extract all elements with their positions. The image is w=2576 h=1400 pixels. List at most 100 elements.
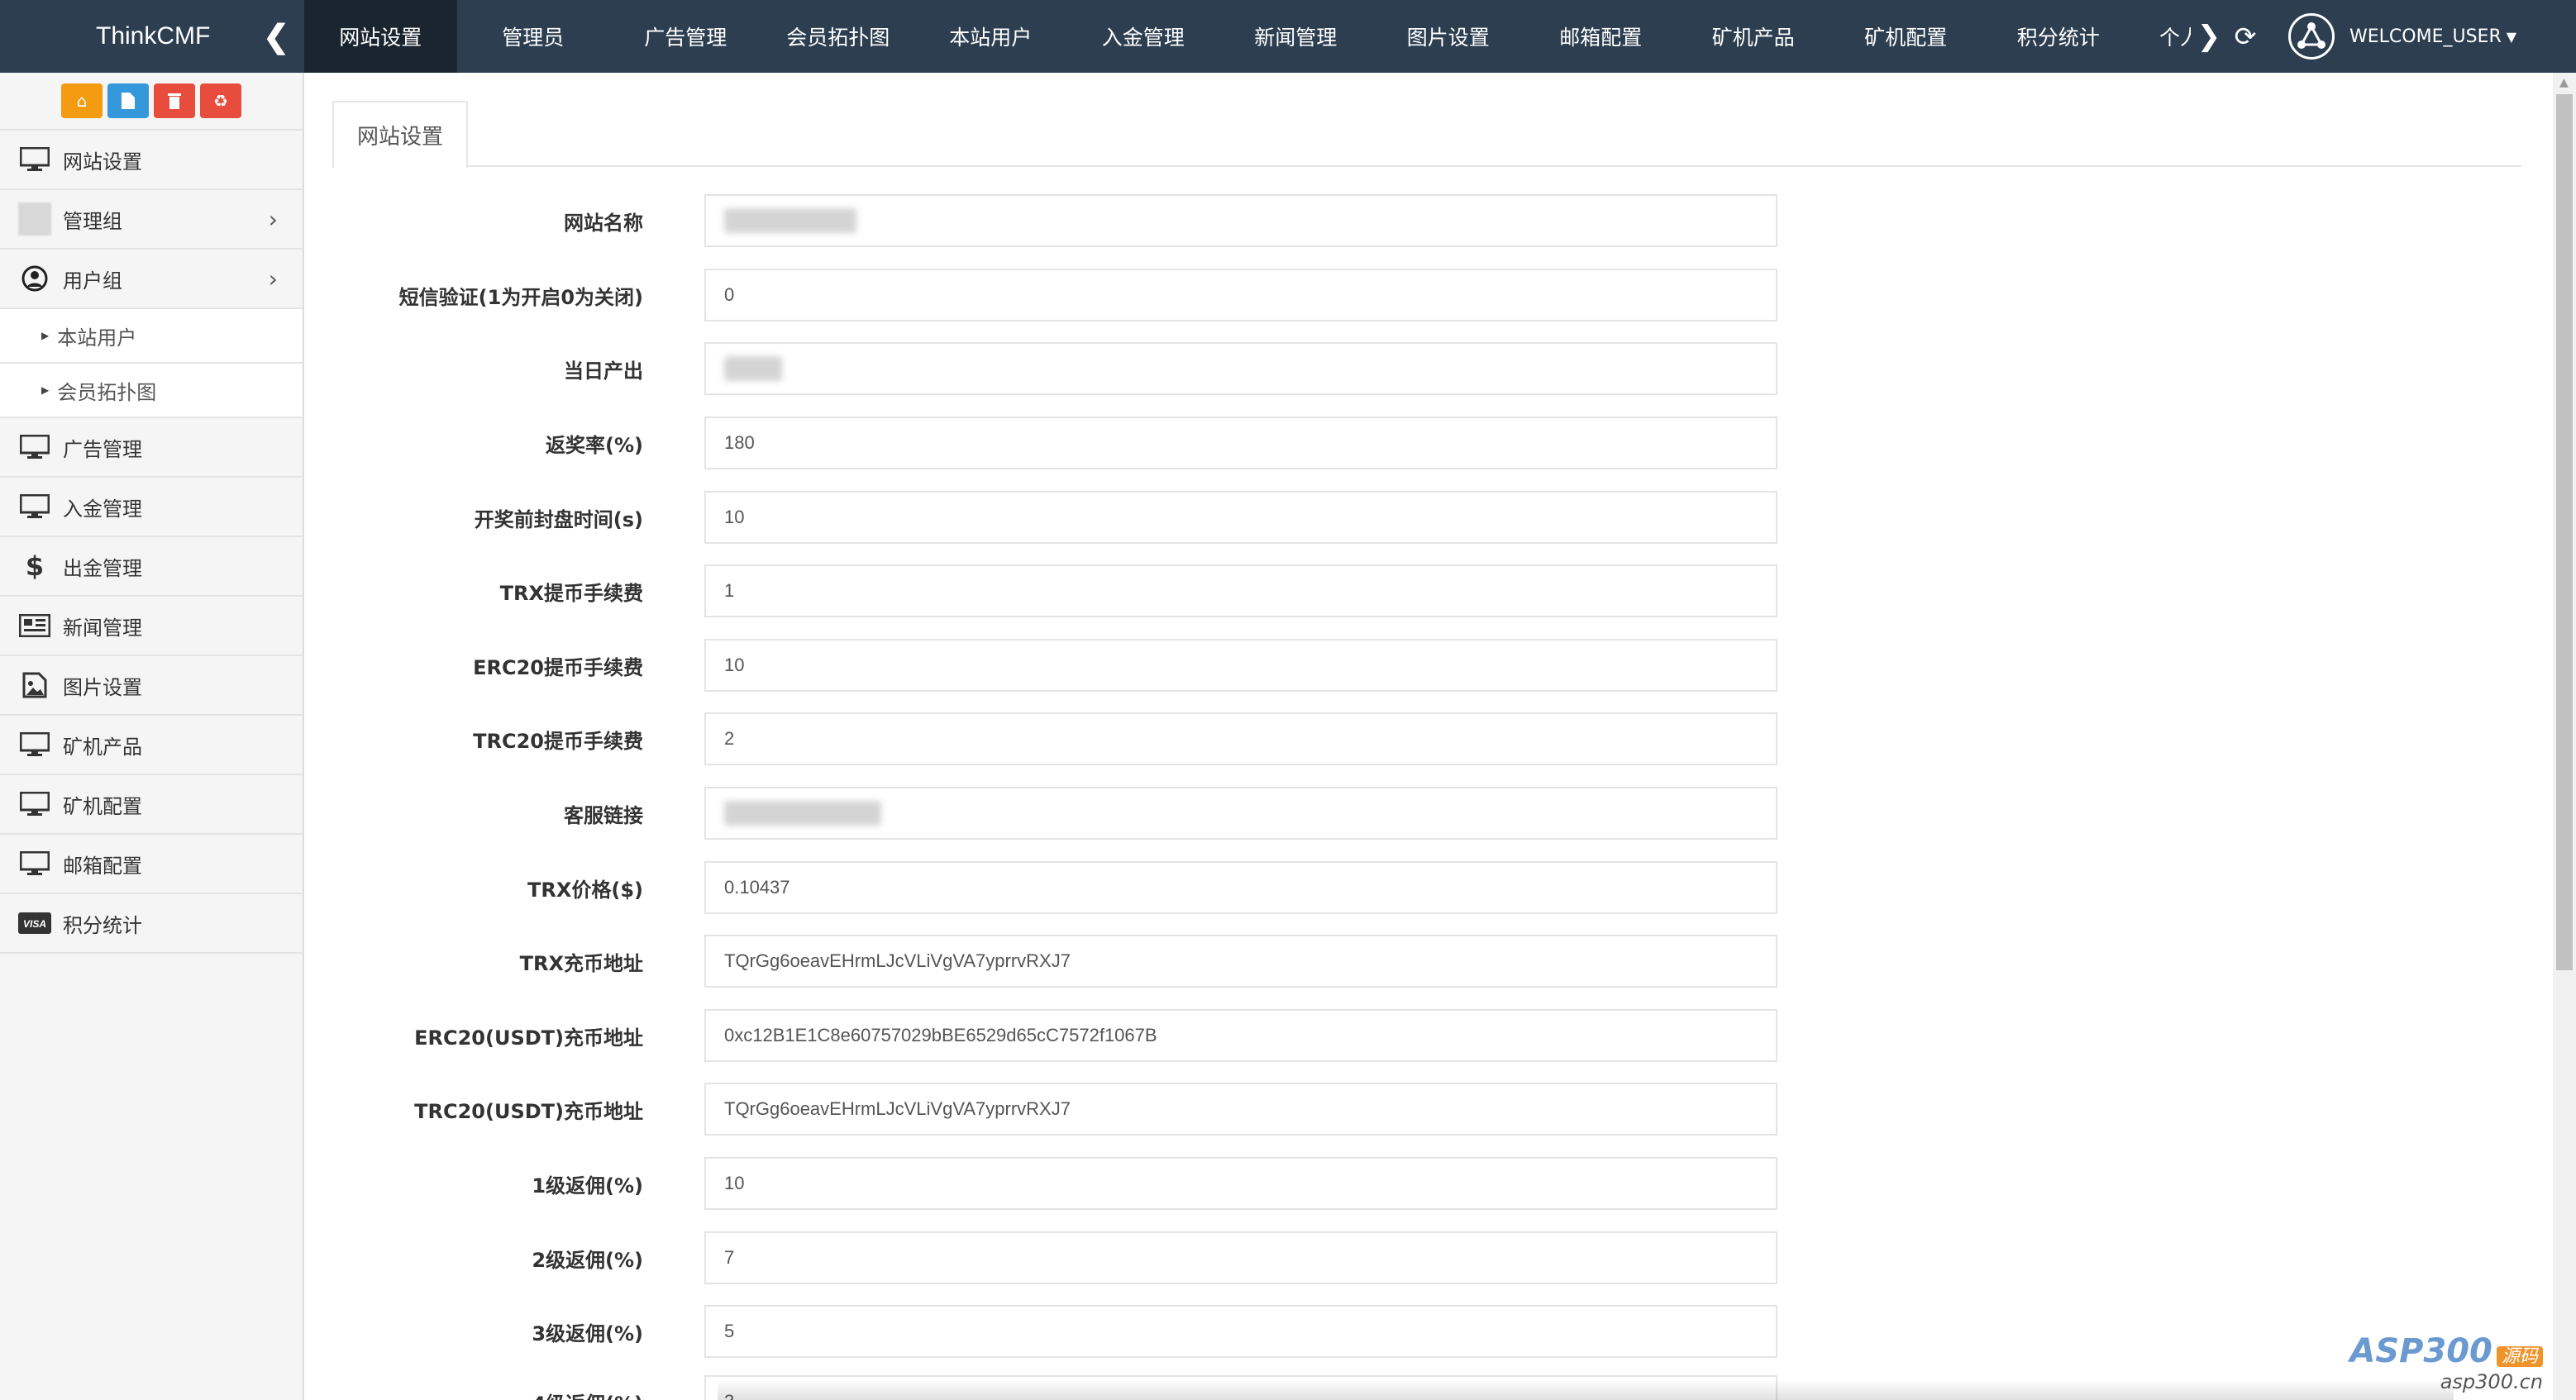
field-label: 短信验证(1为开启0为关闭) <box>398 285 643 309</box>
field-label: 1级返佣(%) <box>532 1174 643 1198</box>
form-row-service-link: 客服链接 <box>332 786 1820 840</box>
form-row-close-time: 开奖前封盘时间(s) 10 <box>332 490 1820 545</box>
sidebar-item-ads[interactable]: 广告管理 <box>0 418 303 478</box>
trc20-fee-field[interactable]: 2 <box>704 712 1777 765</box>
trash-shortcut-button[interactable] <box>154 83 195 118</box>
top-tab-ads[interactable]: 广告管理 <box>609 0 762 73</box>
field-label: 开奖前封盘时间(s) <box>474 507 643 531</box>
chevron-right-icon[interactable]: ❯ <box>2191 20 2227 53</box>
watermark-tag: 源码 <box>2496 1346 2543 1367</box>
trx-fee-field[interactable]: 1 <box>704 564 1777 617</box>
sidebar-subitem-site-users[interactable]: ▶ 本站用户 <box>0 309 303 364</box>
top-tab-miner-products[interactable]: 矿机产品 <box>1677 0 1830 73</box>
sidebar-item-news[interactable]: 新闻管理 <box>0 597 303 656</box>
top-tab-label: 新闻管理 <box>1254 26 1338 50</box>
sidebar-item-points[interactable]: VISA 积分统计 <box>0 894 303 954</box>
top-navbar: ThinkCMF ❮ 网站设置 管理员 广告管理 会员拓扑图 本站用户 入金管理… <box>0 0 2576 73</box>
top-tab-miner-config[interactable]: 矿机配置 <box>1829 0 1982 73</box>
sidebar-item-label: 网站设置 <box>63 150 142 174</box>
close-time-field[interactable]: 10 <box>704 491 1777 544</box>
sidebar-item-label: 矿机产品 <box>63 735 142 759</box>
sidebar-item-deposit[interactable]: 入金管理 <box>0 478 303 537</box>
monitor-icon <box>18 731 51 758</box>
field-label: TRC20(USDT)充币地址 <box>414 1099 643 1123</box>
scroll-up-icon[interactable]: ▲ <box>2559 76 2569 89</box>
refresh-icon[interactable]: ⟳ <box>2227 21 2264 52</box>
site-name-field[interactable] <box>704 194 1777 247</box>
erc20-fee-field[interactable]: 10 <box>704 639 1777 692</box>
recycle-shortcut-button[interactable]: ♻ <box>200 83 241 118</box>
top-tab-label: 图片设置 <box>1406 26 1490 50</box>
trx-deposit-address-field[interactable]: TQrGg6oeavEHrmLJcVLiVgVA7yprrvRXJ7 <box>704 935 1777 988</box>
monitor-icon <box>18 146 51 173</box>
top-tab-label: 邮箱配置 <box>1559 26 1643 50</box>
top-tab-admins[interactable]: 管理员 <box>457 0 610 73</box>
top-tab-label: 本站用户 <box>949 26 1033 50</box>
top-tab-label: 管理员 <box>502 26 565 50</box>
page-scrollbar[interactable]: ▲ <box>2553 73 2576 1400</box>
top-tab-site-settings[interactable]: 网站设置 <box>304 0 457 73</box>
level3-commission-field[interactable]: 5 <box>704 1305 1777 1358</box>
tab-site-settings[interactable]: 网站设置 <box>332 101 469 169</box>
top-tab-site-users[interactable]: 本站用户 <box>914 0 1067 73</box>
watermark: ASP300 源码 asp300.cn <box>2349 1332 2543 1393</box>
trash-icon <box>168 93 181 109</box>
form-row-level2-commission: 2级返佣(%) 7 <box>332 1231 1820 1285</box>
sms-verify-field[interactable]: 0 <box>704 269 1777 321</box>
shortcut-bar: ⌂ ♻ <box>0 73 303 131</box>
sidebar-item-miner-products[interactable]: 矿机产品 <box>0 716 303 775</box>
form-row-site-name: 网站名称 <box>332 193 1820 248</box>
erc20-deposit-address-field[interactable]: 0xc12B1E1C8e60757029bBE6529d65cC7572f106… <box>704 1009 1777 1062</box>
sidebar-toggle-icon[interactable]: ❮ <box>263 18 289 55</box>
top-tab-label: 矿机产品 <box>1711 26 1795 50</box>
level2-commission-field[interactable]: 7 <box>704 1231 1777 1284</box>
sidebar-item-site-settings[interactable]: 网站设置 <box>0 131 303 190</box>
top-tab-news[interactable]: 新闻管理 <box>1219 0 1372 73</box>
content-tabs: 网站设置 <box>332 101 2521 169</box>
sidebar-item-admin-group[interactable]: 管理组 › <box>0 190 303 250</box>
home-shortcut-button[interactable]: ⌂ <box>61 83 103 118</box>
sidebar-item-withdraw[interactable]: $ 出金管理 <box>0 537 303 597</box>
top-tab-label: 矿机配置 <box>1864 26 1948 50</box>
sidebar-item-label: 图片设置 <box>63 675 142 699</box>
sidebar-item-images[interactable]: 图片设置 <box>0 656 303 716</box>
field-label: ERC20(USDT)充币地址 <box>414 1026 643 1050</box>
field-label: 客服链接 <box>564 803 643 827</box>
field-label: 网站名称 <box>564 211 643 235</box>
sidebar-item-label: 广告管理 <box>63 437 142 461</box>
field-label: TRX提币手续费 <box>499 581 643 605</box>
top-tools: ❯ ⟳ <box>2191 0 2264 73</box>
form-row-trx-deposit-address: TRX充币地址 TQrGg6oeavEHrmLJcVLiVgVA7yprrvRX… <box>332 934 1820 988</box>
return-rate-field[interactable]: 180 <box>704 417 1777 469</box>
form-row-trc20-deposit-address: TRC20(USDT)充币地址 TQrGg6oeavEHrmLJcVLiVgVA… <box>332 1082 1820 1136</box>
trx-price-field[interactable]: 0.10437 <box>704 861 1777 914</box>
top-tab-personal[interactable]: 个人 <box>2135 0 2191 73</box>
form-row-return-rate: 返奖率(%) 180 <box>332 416 1820 470</box>
daily-output-field[interactable] <box>704 342 1777 395</box>
sidebar-item-user-group[interactable]: 用户组 › <box>0 250 303 309</box>
field-label: 当日产出 <box>564 359 643 383</box>
top-tab-deposit[interactable]: 入金管理 <box>1067 0 1220 73</box>
field-label: ERC20提币手续费 <box>473 655 643 679</box>
form-row-erc20-deposit-address: ERC20(USDT)充币地址 0xc12B1E1C8e60757029bBE6… <box>332 1008 1820 1063</box>
service-link-field[interactable] <box>704 787 1777 840</box>
file-shortcut-button[interactable] <box>107 83 149 118</box>
sidebar-item-label: 出金管理 <box>63 556 142 580</box>
top-tab-points[interactable]: 积分统计 <box>1982 0 2135 73</box>
level1-commission-field[interactable]: 10 <box>704 1157 1777 1210</box>
top-tab-mail[interactable]: 邮箱配置 <box>1524 0 1677 73</box>
monitor-icon <box>18 850 51 877</box>
field-label: TRC20提币手续费 <box>473 729 643 753</box>
tab-label: 网站设置 <box>357 124 444 150</box>
sidebar-subitem-member-topology[interactable]: ▶ 会员拓扑图 <box>0 364 303 418</box>
sidebar-item-mail-config[interactable]: 邮箱配置 <box>0 835 303 894</box>
field-label: 4级返佣(%) <box>332 1388 663 1400</box>
form-row-trx-fee: TRX提币手续费 1 <box>332 564 1820 618</box>
scrollbar-thumb[interactable] <box>2556 94 2573 970</box>
top-tab-images[interactable]: 图片设置 <box>1372 0 1525 73</box>
sidebar-item-miner-config[interactable]: 矿机配置 <box>0 775 303 835</box>
trc20-deposit-address-field[interactable]: TQrGg6oeavEHrmLJcVLiVgVA7yprrvRXJ7 <box>704 1083 1777 1136</box>
top-tab-member-topology[interactable]: 会员拓扑图 <box>762 0 915 73</box>
field-label: 返奖率(%) <box>546 433 643 457</box>
user-menu[interactable]: WELCOME_USER ▼ <box>2288 0 2516 73</box>
